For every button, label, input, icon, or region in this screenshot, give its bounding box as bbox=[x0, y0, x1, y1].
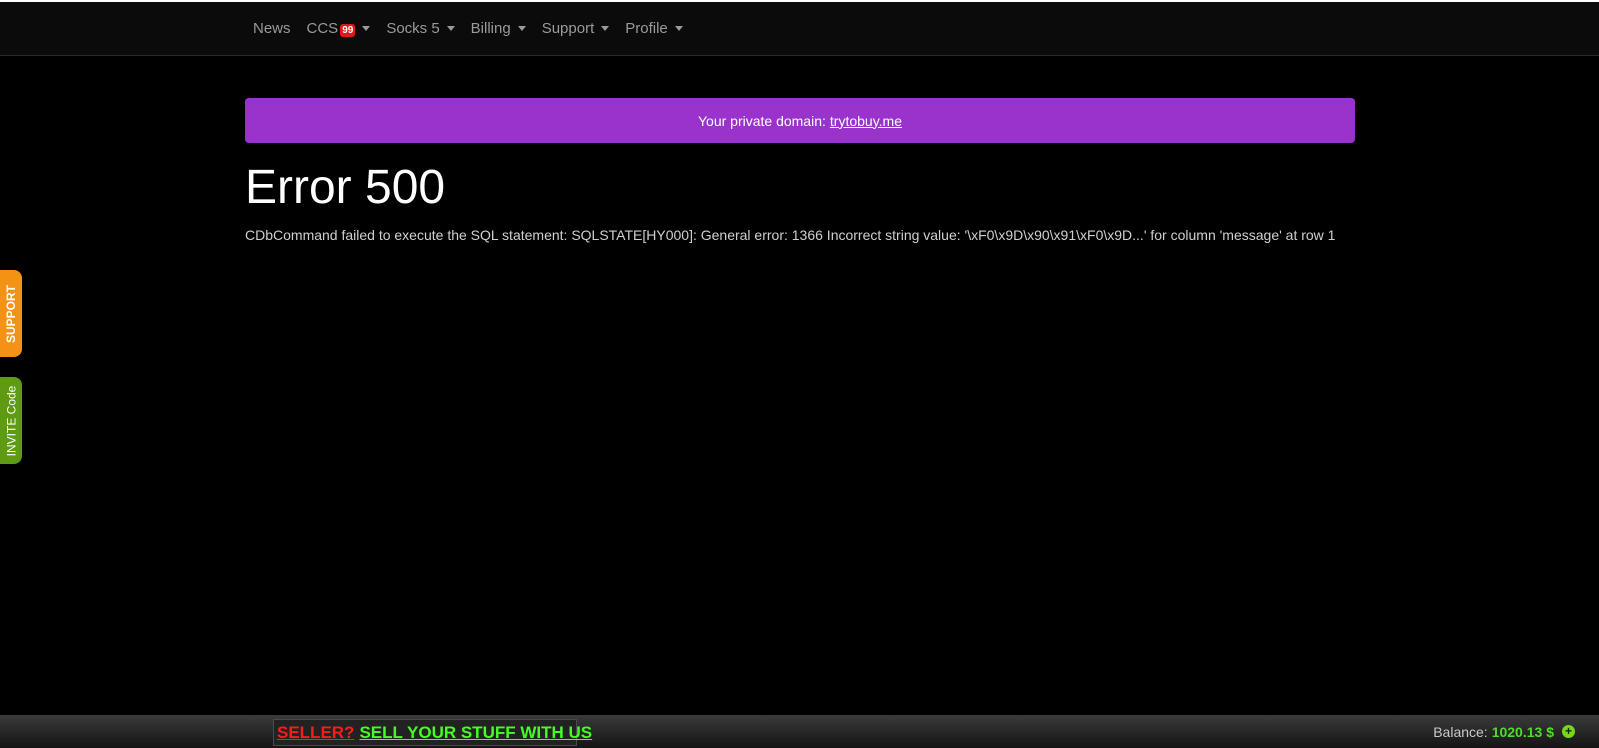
alert-text: Your private domain: bbox=[697, 112, 826, 129]
seller-banner[interactable]: SELLER? SELL YOUR STUFF WITH US bbox=[273, 719, 592, 746]
nav-item-support[interactable]: Support bbox=[534, 20, 618, 37]
nav-item-socks5[interactable]: Socks 5 bbox=[378, 20, 462, 37]
balance-amount: 1020.13 $ bbox=[1491, 723, 1554, 740]
support-tab-label: SUPPORT bbox=[4, 284, 19, 343]
chevron-down-icon bbox=[601, 26, 610, 31]
private-domain-alert: Your private domain: trytobuy.me bbox=[245, 98, 1355, 143]
nav-item-label: Socks 5 bbox=[386, 20, 440, 37]
seller-cta: SELL YOUR STUFF WITH US bbox=[359, 722, 593, 742]
support-side-tab[interactable]: SUPPORT bbox=[0, 270, 22, 357]
navbar: News CCS 99 Socks 5 Billing Support Prof… bbox=[0, 2, 1599, 56]
nav-item-label: News bbox=[253, 20, 291, 37]
ccs-count-badge: 99 bbox=[340, 24, 356, 37]
nav-item-label: Profile bbox=[625, 20, 668, 37]
nav-menu: News CCS 99 Socks 5 Billing Support Prof… bbox=[245, 2, 691, 55]
chevron-down-icon bbox=[674, 26, 683, 31]
plus-circle-icon[interactable]: + bbox=[1562, 725, 1575, 738]
balance-label: Balance: bbox=[1433, 723, 1488, 740]
nav-item-label: Billing bbox=[470, 20, 511, 37]
invite-code-side-tab[interactable]: INVITE Code bbox=[0, 377, 22, 464]
nav-item-billing[interactable]: Billing bbox=[463, 20, 534, 37]
error-message: CDbCommand failed to execute the SQL sta… bbox=[245, 227, 1336, 243]
nav-item-label: Support bbox=[541, 20, 595, 37]
page-title: Error 500 bbox=[245, 161, 446, 214]
nav-item-profile[interactable]: Profile bbox=[617, 20, 691, 37]
nav-item-news[interactable]: News bbox=[245, 20, 299, 37]
chevron-down-icon bbox=[446, 26, 455, 31]
footer-bar: SELLER? SELL YOUR STUFF WITH US Balance:… bbox=[0, 715, 1599, 748]
nav-item-label: CCS bbox=[306, 20, 339, 37]
chevron-down-icon bbox=[362, 26, 371, 31]
invite-tab-label: INVITE Code bbox=[4, 385, 19, 456]
nav-item-ccs[interactable]: CCS 99 bbox=[299, 20, 379, 37]
seller-question: SELLER? bbox=[277, 722, 355, 742]
private-domain-link[interactable]: trytobuy.me bbox=[830, 113, 902, 129]
chevron-down-icon bbox=[517, 26, 526, 31]
balance-display: Balance: 1020.13 $ + bbox=[1433, 715, 1575, 748]
